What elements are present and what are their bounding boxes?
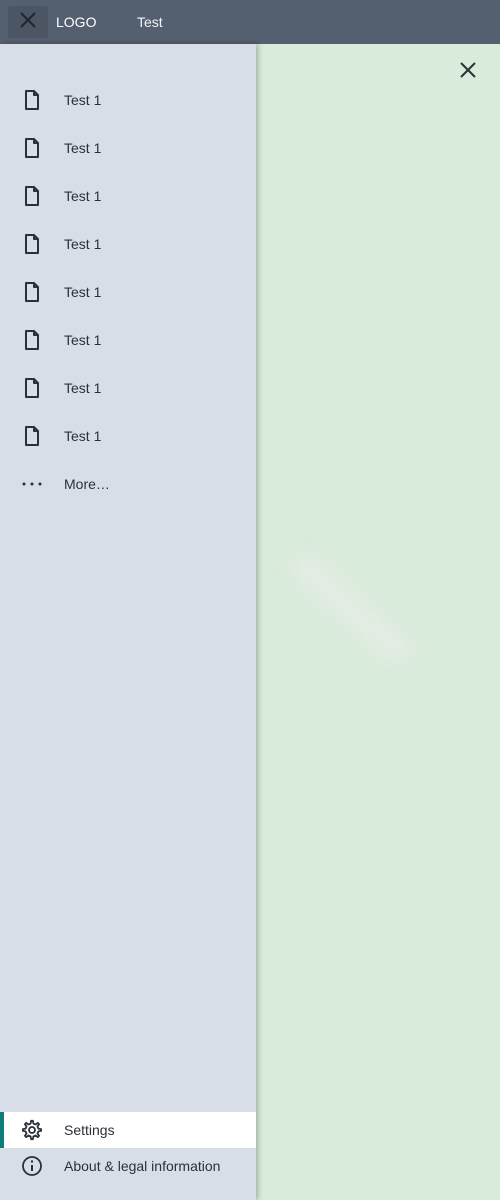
nav-item-label: Test 1 [64, 332, 102, 348]
nav-list: Test 1 Test 1 Test 1 Test 1 Test 1 Test … [0, 76, 256, 508]
nav-item-label: Settings [64, 1122, 115, 1138]
nav-item-test-1[interactable]: Test 1 [0, 220, 256, 268]
document-icon [20, 280, 44, 304]
menu-close-button[interactable] [8, 6, 48, 38]
nav-item-label: Test 1 [64, 380, 102, 396]
document-icon [20, 136, 44, 160]
nav-item-test-1[interactable]: Test 1 [0, 364, 256, 412]
more-horizontal-icon [20, 472, 44, 496]
nav-item-label: Test 1 [64, 92, 102, 108]
close-icon [18, 10, 38, 35]
nav-item-settings[interactable]: Settings [0, 1112, 256, 1148]
document-icon [20, 184, 44, 208]
top-bar: LOGO Test [0, 0, 500, 44]
nav-item-label: Test 1 [64, 140, 102, 156]
side-navigation: Test 1 Test 1 Test 1 Test 1 Test 1 Test … [0, 44, 256, 1200]
nav-item-test-1[interactable]: Test 1 [0, 316, 256, 364]
nav-item-test-1[interactable]: Test 1 [0, 76, 256, 124]
nav-item-label: Test 1 [64, 236, 102, 252]
nav-item-more[interactable]: More… [0, 460, 256, 508]
nav-item-about[interactable]: About & legal information [0, 1148, 256, 1184]
background-smudge [285, 547, 418, 671]
nav-item-label: Test 1 [64, 428, 102, 444]
app-title: Test [137, 14, 163, 30]
content-close-button[interactable] [456, 60, 480, 84]
nav-item-test-1[interactable]: Test 1 [0, 124, 256, 172]
nav-item-test-1[interactable]: Test 1 [0, 412, 256, 460]
info-icon [20, 1154, 44, 1178]
bottom-navigation: Settings About & legal information [0, 1112, 256, 1184]
close-icon [458, 60, 478, 85]
document-icon [20, 328, 44, 352]
document-icon [20, 88, 44, 112]
document-icon [20, 424, 44, 448]
nav-item-label: Test 1 [64, 188, 102, 204]
nav-item-label: Test 1 [64, 284, 102, 300]
gear-icon [20, 1118, 44, 1142]
nav-item-label: More… [64, 476, 110, 492]
document-icon [20, 232, 44, 256]
logo: LOGO [56, 14, 97, 30]
nav-item-label: About & legal information [64, 1158, 221, 1174]
nav-item-test-1[interactable]: Test 1 [0, 268, 256, 316]
main-content [256, 44, 500, 1200]
nav-item-test-1[interactable]: Test 1 [0, 172, 256, 220]
document-icon [20, 376, 44, 400]
